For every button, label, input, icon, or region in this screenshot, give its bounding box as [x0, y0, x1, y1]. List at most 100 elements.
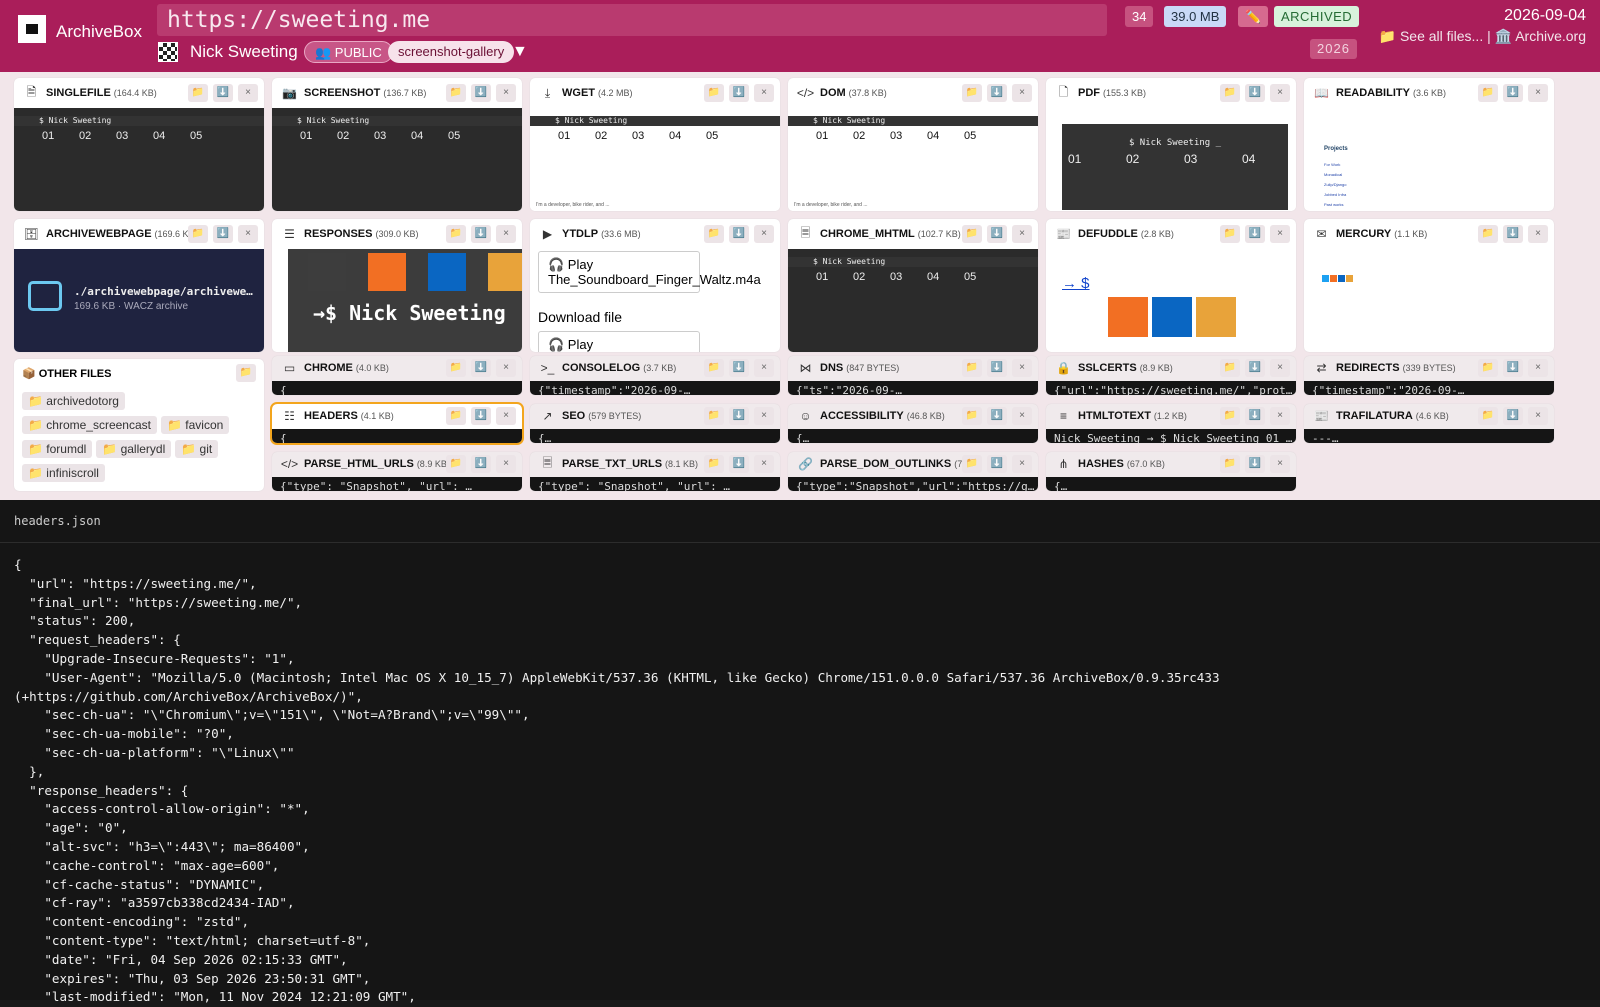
close-icon[interactable]: ×: [496, 407, 516, 425]
card-preview-text[interactable]: {: [272, 381, 522, 395]
other-file-item[interactable]: 📁 git: [175, 440, 219, 458]
card-title[interactable]: CONSOLELOG: [562, 362, 640, 374]
archivebox-logo-icon[interactable]: [18, 15, 46, 43]
folder-icon[interactable]: 📁: [446, 225, 466, 243]
result-card-small[interactable]: ☺ ACCESSIBILITY (46.8 KB) 📁 ⬇️ × {…: [788, 404, 1038, 443]
card-title[interactable]: PDF: [1078, 87, 1100, 99]
card-title[interactable]: ARCHIVEWEBPAGE: [46, 228, 152, 240]
card-preview[interactable]: → $: [1046, 249, 1296, 352]
download-icon[interactable]: ⬇️: [213, 225, 233, 243]
folder-icon[interactable]: 📁: [236, 364, 256, 382]
result-card-small[interactable]: 🔗PARSE_DOM_OUTLINKS(7.4 K📁⬇️×{"type":"Sn…: [788, 452, 1038, 491]
card-title[interactable]: WGET: [562, 87, 595, 99]
download-icon[interactable]: ⬇️: [987, 84, 1007, 102]
download-icon[interactable]: ⬇️: [213, 84, 233, 102]
archive-path[interactable]: ./archivewebpage/archivewe…: [74, 285, 253, 298]
card-title[interactable]: PARSE_TXT_URLS: [562, 458, 662, 470]
tag-badge[interactable]: screenshot-gallery: [388, 41, 515, 63]
card-preview[interactable]: $ Nick Sweeting 01 02 03 04 05: [788, 249, 1038, 352]
close-icon[interactable]: ×: [754, 359, 774, 377]
card-preview[interactable]: Projects For Work Monadical Zulip/Django Job…: [1304, 108, 1554, 211]
result-card[interactable]: ☰ RESPONSES (309.0 KB) 📁 ⬇️ × →$ Nick Sweeting: [272, 219, 522, 352]
close-icon[interactable]: ×: [238, 225, 258, 243]
close-icon[interactable]: ×: [754, 407, 774, 425]
card-preview-text[interactable]: {"type": "Snapshot", "url": …: [272, 477, 522, 491]
card-title[interactable]: HASHES: [1078, 458, 1124, 470]
download-icon[interactable]: ⬇️: [471, 225, 491, 243]
close-icon[interactable]: ×: [1270, 84, 1290, 102]
folder-icon[interactable]: 📁: [1478, 407, 1498, 425]
folder-icon[interactable]: 📁: [962, 455, 982, 473]
card-title[interactable]: CHROME: [304, 362, 353, 374]
other-file-item[interactable]: 📁 chrome_screencast: [22, 416, 157, 434]
result-card-small[interactable]: ⋈ DNS (847 BYTES) 📁 ⬇️ × {"ts":"2026-09-…: [788, 356, 1038, 395]
folder-icon[interactable]: 📁: [1220, 225, 1240, 243]
folder-icon[interactable]: 📁: [962, 359, 982, 377]
result-card[interactable]: ▶ YTDLP (33.6 MB) 📁 ⬇️ × 🎧 Play The_Soundboard…: [530, 219, 780, 352]
result-card-small[interactable]: </> PARSE_HTML_URLS (8.9 KB) 📁 ⬇️ × {"type": "…: [272, 452, 522, 491]
card-title[interactable]: ACCESSIBILITY: [820, 410, 904, 422]
folder-icon[interactable]: 📁: [1220, 455, 1240, 473]
download-icon[interactable]: ⬇️: [471, 84, 491, 102]
close-icon[interactable]: ×: [1012, 407, 1032, 425]
folder-icon[interactable]: 📁: [704, 84, 724, 102]
card-title[interactable]: SCREENSHOT: [304, 87, 380, 99]
card-preview-text[interactable]: {…: [788, 429, 1038, 443]
play-audio-button-2[interactable]: 🎧 Play: [538, 331, 700, 352]
close-icon[interactable]: ×: [496, 225, 516, 243]
card-preview-text[interactable]: {: [272, 429, 522, 443]
see-all-files-link[interactable]: 📁 See all files...: [1379, 28, 1484, 44]
card-title[interactable]: SINGLEFILE: [46, 87, 111, 99]
card-preview-text[interactable]: {…: [1046, 477, 1296, 491]
close-icon[interactable]: ×: [754, 84, 774, 102]
edit-icon[interactable]: ✏️: [1238, 6, 1269, 27]
card-preview-text[interactable]: {"type": "Snapshot", "url": …: [530, 477, 780, 491]
close-icon[interactable]: ×: [754, 455, 774, 473]
download-icon[interactable]: ⬇️: [1245, 407, 1265, 425]
folder-icon[interactable]: 📁: [188, 84, 208, 102]
other-file-item[interactable]: 📁 archivedotorg: [22, 392, 125, 410]
download-icon[interactable]: ⬇️: [1503, 225, 1523, 243]
folder-icon[interactable]: 📁: [446, 84, 466, 102]
card-title[interactable]: HTMLTOTEXT: [1078, 410, 1151, 422]
card-preview[interactable]: ./archivewebpage/archivewe… 169.6 KB · WA…: [14, 249, 264, 352]
result-card-small[interactable]: ☷ HEADERS (4.1 KB) 📁 ⬇️ × {: [270, 402, 524, 445]
folder-icon[interactable]: 📁: [446, 359, 466, 377]
close-icon[interactable]: ×: [1012, 84, 1032, 102]
card-title[interactable]: TRAFILATURA: [1336, 410, 1413, 422]
result-card-small[interactable]: ↗ SEO (579 BYTES) 📁 ⬇️ × {…: [530, 404, 780, 443]
download-icon[interactable]: ⬇️: [987, 225, 1007, 243]
close-icon[interactable]: ×: [1012, 225, 1032, 243]
folder-icon[interactable]: 📁: [704, 455, 724, 473]
download-icon[interactable]: ⬇️: [987, 359, 1007, 377]
card-preview[interactable]: 🎧 Play The_Soundboard_Finger_Waltz.m4a Do…: [530, 249, 780, 352]
close-icon[interactable]: ×: [1012, 455, 1032, 473]
result-card[interactable]: </> DOM (37.8 KB) 📁 ⬇️ × $ Nick Sweeting 01 02 03…: [788, 78, 1038, 211]
card-preview[interactable]: $ Nick Sweeting 01 02 03 04 05: [14, 108, 264, 211]
download-icon[interactable]: ⬇️: [729, 359, 749, 377]
card-preview[interactable]: $ Nick Sweeting 01 02 03 04 05 I'm a developer…: [788, 108, 1038, 211]
download-icon[interactable]: ⬇️: [471, 455, 491, 473]
card-title[interactable]: DOM: [820, 87, 846, 99]
card-title[interactable]: YTDLP: [562, 228, 598, 240]
result-card[interactable]: ✉ MERCURY (1.1 KB) 📁 ⬇️ ×: [1304, 219, 1554, 352]
folder-icon[interactable]: 📁: [1220, 407, 1240, 425]
download-icon[interactable]: ⬇️: [987, 455, 1007, 473]
card-preview-text[interactable]: {"timestamp":"2026-09-…: [1304, 381, 1554, 395]
folder-icon[interactable]: 📁: [1478, 359, 1498, 377]
public-badge[interactable]: 👥 PUBLIC: [304, 41, 393, 63]
folder-icon[interactable]: 📁: [704, 407, 724, 425]
card-title[interactable]: READABILITY: [1336, 87, 1410, 99]
other-file-item[interactable]: 📁 favicon: [161, 416, 230, 434]
card-title[interactable]: PARSE_DOM_OUTLINKS: [820, 458, 951, 470]
card-preview-text[interactable]: Nick Sweeting → $ Nick Sweeting 01 …: [1046, 429, 1296, 443]
result-card[interactable]: 📷 SCREENSHOT (136.7 KB) 📁 ⬇️ × $ Nick Sweeting…: [272, 78, 522, 211]
folder-icon[interactable]: 📁: [188, 225, 208, 243]
folder-icon[interactable]: 📁: [1220, 84, 1240, 102]
result-card-small[interactable]: 🗏 PARSE_TXT_URLS (8.1 KB) 📁 ⬇️ × {"type": "Sna…: [530, 452, 780, 491]
card-preview-text[interactable]: {"ts":"2026-09-…: [788, 381, 1038, 395]
folder-icon[interactable]: 📁: [1478, 225, 1498, 243]
folder-icon[interactable]: 📁: [704, 225, 724, 243]
archive-org-link[interactable]: 🏛️ Archive.org: [1495, 28, 1586, 44]
result-card-small[interactable]: ⋔ HASHES (67.0 KB) 📁 ⬇️ × {…: [1046, 452, 1296, 491]
